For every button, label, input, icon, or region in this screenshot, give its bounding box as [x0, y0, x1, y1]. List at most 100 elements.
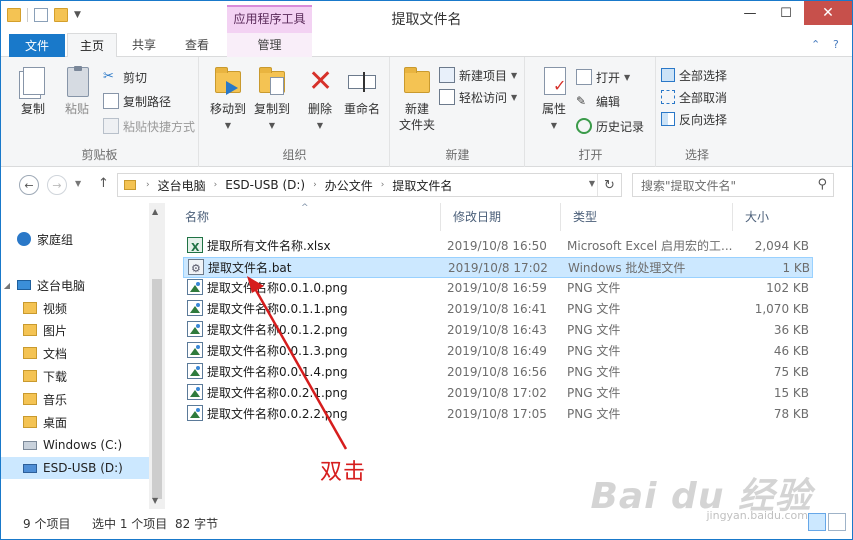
file-row[interactable]: 提取文件名称0.0.1.0.png 2019/10/8 16:59 PNG 文件… — [183, 278, 813, 299]
breadcrumb-separator-icon[interactable]: › — [377, 180, 389, 190]
properties-icon[interactable] — [34, 8, 48, 22]
nav-item-windows-c[interactable]: Windows (C:) — [1, 434, 149, 456]
help-icon[interactable]: ? — [833, 38, 839, 51]
minimize-button[interactable]: — — [732, 1, 768, 25]
copy-path-button[interactable]: 复制路径 — [103, 91, 171, 111]
computer-icon — [17, 280, 31, 290]
file-date: 2019/10/8 16:41 — [447, 302, 547, 316]
column-header-date[interactable]: 修改日期 — [441, 203, 561, 231]
nav-item-music[interactable]: 音乐 — [1, 388, 149, 410]
breadcrumb-esd-usb[interactable]: ESD-USB (D:) — [221, 178, 309, 192]
new-folder-icon[interactable] — [54, 8, 68, 22]
file-type: PNG 文件 — [567, 344, 621, 358]
file-name: 提取文件名称0.0.1.1.png — [207, 302, 348, 316]
properties-label: 属性 — [541, 102, 566, 116]
address-dropdown-icon[interactable]: ▼ — [589, 179, 595, 188]
file-row[interactable]: 提取所有文件名称.xlsx 2019/10/8 16:50 Microsoft … — [183, 236, 813, 257]
nav-item-downloads[interactable]: 下载 — [1, 365, 149, 387]
close-button[interactable]: ✕ — [804, 1, 852, 25]
rename-button[interactable]: 重命名 — [340, 65, 384, 117]
properties-button[interactable]: 属性 ▼ — [534, 65, 574, 131]
select-all-label: 全部选择 — [679, 68, 728, 83]
tab-view[interactable]: 查看 — [171, 33, 223, 57]
file-name-cell: 提取所有文件名称.xlsx — [187, 236, 439, 257]
homegroup-icon — [17, 232, 31, 246]
select-all-icon — [661, 68, 675, 82]
file-row[interactable]: 提取文件名称0.0.1.2.png 2019/10/8 16:43 PNG 文件… — [183, 320, 813, 341]
collapse-icon[interactable]: ◢ — [1, 281, 13, 290]
up-arrow-icon[interactable]: ↑ — [98, 176, 109, 191]
tab-home[interactable]: 主页 — [67, 33, 117, 58]
paste-button[interactable]: 粘贴 — [57, 65, 97, 117]
nav-item-pictures[interactable]: 图片 — [1, 319, 149, 341]
forward-button[interactable]: → — [47, 175, 67, 195]
recent-locations-dropdown-icon[interactable]: ▼ — [75, 179, 81, 188]
delete-button[interactable]: ✕ 删除 ▼ — [302, 65, 338, 131]
select-all-button[interactable]: 全部选择 — [661, 65, 727, 85]
easy-access-button[interactable]: 轻松访问 ▼ — [439, 87, 517, 107]
qat-separator — [27, 8, 28, 22]
column-header-type[interactable]: 类型 — [561, 203, 733, 231]
new-folder-button[interactable]: 新建 文件夹 — [395, 65, 439, 133]
large-icons-view-icon[interactable] — [828, 513, 846, 531]
scrollbar-thumb[interactable] — [152, 279, 162, 499]
maximize-button[interactable]: ☐ — [768, 1, 804, 25]
breadcrumb-separator-icon[interactable]: › — [210, 180, 222, 190]
file-date: 2019/10/8 17:05 — [447, 407, 547, 421]
invert-selection-button[interactable]: 反向选择 — [661, 109, 727, 129]
back-button[interactable]: ← — [19, 175, 39, 195]
new-item-button[interactable]: 新建项目 ▼ — [439, 65, 517, 85]
paste-shortcut-button[interactable]: 粘贴快捷方式 — [103, 116, 195, 136]
breadcrumb-office-files[interactable]: 办公文件 — [321, 177, 377, 194]
tab-manage[interactable]: 管理 — [227, 33, 312, 57]
move-to-button[interactable]: 移动到 ▼ — [206, 65, 250, 131]
new-item-label: 新建项目 — [459, 68, 508, 83]
scroll-up-icon[interactable]: ▲ — [152, 207, 158, 216]
edit-button[interactable]: ✎ 编辑 — [576, 91, 620, 111]
file-row[interactable]: 提取文件名称0.0.2.1.png 2019/10/8 17:02 PNG 文件… — [183, 383, 813, 404]
file-date: 2019/10/8 16:59 — [447, 281, 547, 295]
qat-dropdown-icon[interactable]: ▼ — [74, 10, 81, 20]
tab-file[interactable]: 文件 — [9, 34, 65, 57]
refresh-icon[interactable]: ↻ — [597, 174, 621, 196]
file-row[interactable]: 提取文件名称0.0.1.1.png 2019/10/8 16:41 PNG 文件… — [183, 299, 813, 320]
move-to-dropdown-icon: ▼ — [224, 121, 232, 130]
breadcrumb-separator-icon[interactable]: › — [142, 180, 154, 190]
column-header-size[interactable]: 大小 — [733, 203, 813, 231]
edit-icon: ✎ — [576, 94, 587, 108]
navigation-pane-scrollbar[interactable]: ▲ ▼ — [149, 203, 165, 509]
cut-button[interactable]: ✂ 剪切 — [103, 67, 147, 87]
back-arrow-icon: ← — [24, 178, 34, 192]
nav-item-desktop[interactable]: 桌面 — [1, 411, 149, 433]
title-bar: ▼ 应用程序工具 提取文件名 — ☐ ✕ — [1, 1, 852, 33]
nav-item-videos[interactable]: 视频 — [1, 297, 149, 319]
search-icon[interactable]: ⚲ — [817, 177, 827, 192]
file-date: 2019/10/8 16:49 — [447, 344, 547, 358]
breadcrumb-separator-icon[interactable]: › — [309, 180, 321, 190]
search-input[interactable]: 搜索"提取文件名" ⚲ — [632, 173, 834, 197]
select-none-button[interactable]: 全部取消 — [661, 87, 727, 107]
copy-to-button[interactable]: 复制到 ▼ — [250, 65, 294, 131]
open-button[interactable]: 打开 ▼ — [576, 67, 630, 87]
file-row[interactable]: 提取文件名称0.0.2.2.png 2019/10/8 17:05 PNG 文件… — [183, 404, 813, 425]
copy-button[interactable]: 复制 — [13, 65, 53, 117]
file-row[interactable]: 提取文件名称0.0.1.3.png 2019/10/8 16:49 PNG 文件… — [183, 341, 813, 362]
nav-item-this-pc[interactable]: ◢ 这台电脑 — [1, 274, 149, 296]
minimize-ribbon-icon[interactable]: ⌃ — [811, 38, 820, 51]
tab-share[interactable]: 共享 — [119, 33, 169, 57]
column-header-name[interactable]: 名称 — [173, 203, 441, 231]
file-row[interactable]: 提取文件名称0.0.1.4.png 2019/10/8 16:56 PNG 文件… — [183, 362, 813, 383]
history-button[interactable]: 历史记录 — [576, 116, 644, 136]
breadcrumb-this-pc[interactable]: 这台电脑 — [154, 177, 210, 194]
copy-icon — [17, 65, 49, 99]
breadcrumb-current-folder[interactable]: 提取文件名 — [388, 177, 456, 194]
nav-item-esd-usb[interactable]: ESD-USB (D:) — [1, 457, 149, 479]
address-bar[interactable]: › 这台电脑 › ESD-USB (D:) › 办公文件 › 提取文件名 ▼ ↻ — [117, 173, 622, 197]
scroll-down-icon[interactable]: ▼ — [152, 496, 158, 505]
ribbon-tabs: 文件 主页 共享 查看 管理 ⌃ ? — [1, 33, 852, 58]
file-row-selected[interactable]: 提取文件名.bat 2019/10/8 17:02 Windows 批处理文件 … — [183, 257, 813, 279]
open-label: 打开 — [596, 70, 621, 85]
explorer-window: ▼ 应用程序工具 提取文件名 — ☐ ✕ 文件 主页 共享 查看 管理 ⌃ ? … — [0, 0, 853, 540]
nav-item-documents[interactable]: 文档 — [1, 342, 149, 364]
nav-item-homegroup[interactable]: 家庭组 — [1, 228, 149, 250]
